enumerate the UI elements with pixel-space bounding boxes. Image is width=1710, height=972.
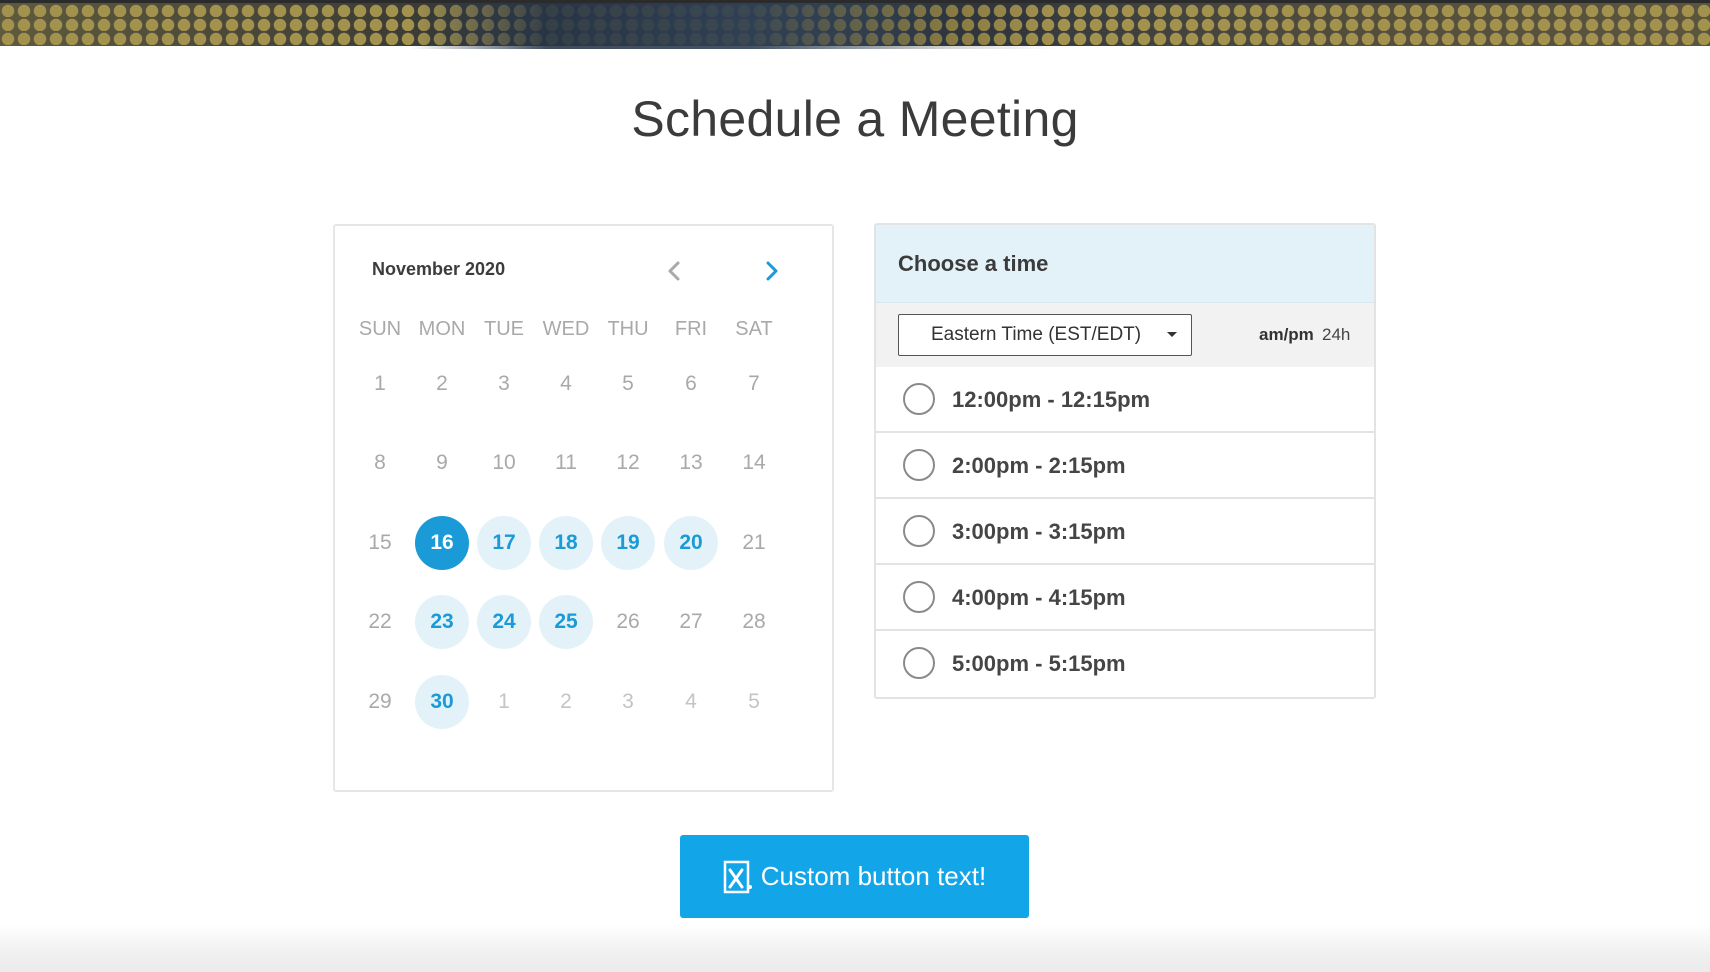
weekday-label: SUN [358,318,402,340]
calendar: November 2020 SUN MON TUE WED THU FRI SAT 1234… [333,224,834,792]
radio-circle-icon[interactable] [903,647,935,679]
calendar-day: 5 [622,372,634,395]
calendar-day: 9 [436,451,448,474]
time-picker-header: Choose a time [876,225,1374,303]
calendar-day: 27 [679,610,703,633]
calendar-day: 3 [498,372,510,395]
format-24h-toggle[interactable]: 24h [1322,325,1350,345]
calendar-day: 14 [742,451,766,474]
calendar-day-other-month: 1 [498,690,510,713]
time-slot-option[interactable]: 4:00pm - 4:15pm [876,565,1374,631]
radio-circle-icon[interactable] [903,515,935,547]
weekday-label: FRI [674,318,708,340]
time-slot-label: 5:00pm - 5:15pm [952,651,1126,676]
time-slot-option[interactable]: 5:00pm - 5:15pm [876,631,1374,697]
weekday-label: SAT [735,318,773,340]
calendar-day: 26 [616,610,640,633]
time-picker-panel: Choose a time Eastern Time (EST/EDT) am/… [874,223,1376,699]
timezone-row: Eastern Time (EST/EDT) am/pm 24h [876,303,1374,367]
calendar-day-other-month: 2 [560,690,572,713]
calendar-day-available[interactable]: 18 [539,516,593,570]
calendar-day-available[interactable]: 23 [415,595,469,649]
time-slot-label: 12:00pm - 12:15pm [952,387,1151,412]
calendar-day: 11 [555,451,577,474]
calendar-day-available[interactable]: 25 [539,595,593,649]
page-title: Schedule a Meeting [631,91,1079,147]
calendar-day: 22 [368,610,392,633]
previous-month-button[interactable] [657,254,691,288]
calendar-day: 21 [742,531,766,554]
schedule-submit-button[interactable]: Custom button text! [680,835,1029,918]
calendar-day: 7 [748,372,760,395]
time-slot-option[interactable]: 3:00pm - 3:15pm [876,499,1374,565]
calendar-day: 1 [374,372,386,395]
calendar-day-selected[interactable]: 16 [415,516,469,570]
time-slot-list: 12:00pm - 12:15pm 2:00pm - 2:15pm 3:00pm -… [876,367,1374,697]
radio-circle-icon[interactable] [903,449,935,481]
time-slot-label: 2:00pm - 2:15pm [952,453,1126,478]
caret-down-icon [1167,332,1177,337]
weekday-label: WED [542,318,590,340]
next-month-button[interactable] [755,254,789,288]
calendar-day: 13 [679,451,703,474]
radio-circle-icon[interactable] [903,581,935,613]
calendar-day-other-month: 5 [748,690,760,713]
weekday-label: THU [607,318,649,340]
calendar-day: 8 [374,451,386,474]
calendar-day-available[interactable]: 24 [477,595,531,649]
chevron-right-icon [766,261,778,281]
calendar-day: 29 [368,690,392,713]
calendar-month-label: November 2020 [372,259,506,279]
time-slot-label: 4:00pm - 4:15pm [952,585,1126,610]
calendar-day-available[interactable]: 20 [664,516,718,570]
bottom-fade [0,924,1710,972]
timezone-select[interactable]: Eastern Time (EST/EDT) [898,314,1192,356]
radio-circle-icon[interactable] [903,383,935,415]
header-banner-image [0,0,1710,49]
calendar-day: 6 [685,372,697,395]
weekday-label: TUE [484,318,524,340]
calendar-day: 2 [436,372,448,395]
submit-button-label: Custom button text! [760,861,987,891]
x-logo-icon [723,860,753,894]
calendar-day-available[interactable]: 19 [601,516,655,570]
time-slot-label: 3:00pm - 3:15pm [952,519,1126,544]
calendar-day: 15 [368,531,392,554]
time-slot-option[interactable]: 2:00pm - 2:15pm [876,433,1374,499]
chevron-left-icon [668,261,680,281]
calendar-day: 12 [616,451,640,474]
weekday-label: MON [418,318,466,340]
calendar-day: 4 [560,372,572,395]
timezone-select-value: Eastern Time (EST/EDT) [931,324,1142,345]
calendar-day-other-month: 4 [685,690,697,713]
calendar-day: 28 [742,610,766,633]
time-slot-option[interactable]: 12:00pm - 12:15pm [876,367,1374,433]
calendar-day-available[interactable]: 17 [477,516,531,570]
format-ampm-toggle[interactable]: am/pm [1259,325,1314,345]
calendar-day-available[interactable]: 30 [415,675,469,729]
calendar-day-other-month: 3 [622,690,634,713]
calendar-day: 10 [492,451,516,474]
